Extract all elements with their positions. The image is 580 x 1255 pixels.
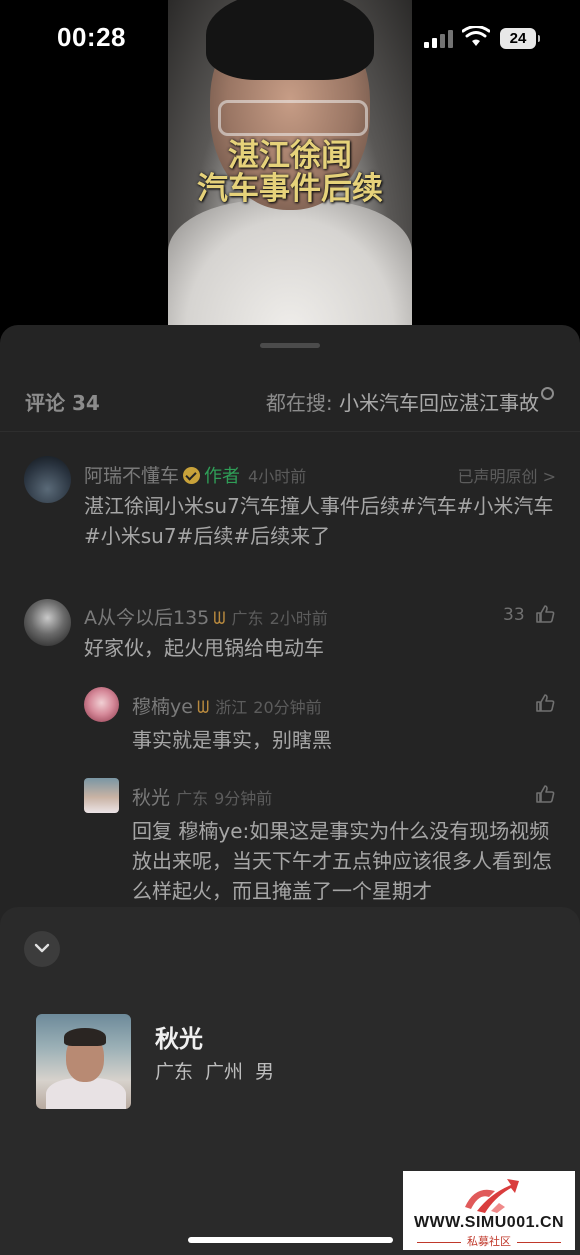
reply-header: 秋光 广东 9分钟前 — [132, 783, 272, 810]
watermark: WWW.SIMU001.CN 私募社区 — [403, 1171, 575, 1250]
watermark-logo-icon — [465, 1179, 519, 1213]
reply-text: 回复 穆楠ye:如果这是事实为什么没有现场视频放出来呢，当天下午才五点钟应该很多… — [132, 816, 556, 906]
reply-prefix: 回复 — [132, 819, 179, 843]
original-declaration[interactable]: 已声明原创 > — [458, 463, 557, 487]
comment-time: 2小时前 — [269, 609, 328, 628]
vip-badge-icon: ᗯ — [213, 609, 226, 629]
home-indicator[interactable] — [188, 1237, 393, 1243]
author-post-time: 4小时前 — [248, 467, 307, 486]
search-icon — [541, 387, 554, 400]
wifi-icon — [462, 26, 490, 46]
chevron-down-icon — [34, 943, 50, 953]
trending-search[interactable]: 都在搜: 小米汽车回应湛江事故 — [266, 387, 554, 416]
reply-time: 20分钟前 — [253, 698, 322, 717]
trending-search-keyword[interactable]: 小米汽车回应湛江事故 — [339, 391, 539, 415]
battery-indicator: 24 — [500, 28, 540, 49]
like-count: 33 — [503, 605, 525, 625]
header-divider — [0, 431, 580, 432]
watermark-url: WWW.SIMU001.CN — [413, 1214, 565, 1231]
reply-location: 广东 — [176, 789, 209, 808]
like-thumb-icon[interactable] — [535, 785, 555, 803]
reply-to-name[interactable]: 穆楠ye — [178, 819, 242, 843]
verified-badge-icon — [183, 467, 201, 484]
avatar[interactable] — [24, 456, 71, 503]
sheet-grabber[interactable] — [260, 343, 320, 348]
vip-badge-icon: ᗯ — [196, 698, 210, 718]
author-name[interactable]: 阿瑞不懂车 — [84, 465, 179, 487]
reply-location: 浙江 — [215, 698, 248, 717]
reply-header: 穆楠ye ᗯ 浙江 20分钟前 — [132, 692, 322, 719]
comment-count: 评论 34 — [25, 391, 100, 415]
avatar[interactable] — [84, 687, 119, 722]
video-title-line2: 汽车事件后续 — [197, 171, 383, 207]
author-tag: 作者 — [204, 466, 241, 487]
trending-search-prefix: 都在搜: — [265, 391, 339, 415]
profile-avatar[interactable] — [36, 1014, 131, 1109]
status-bar: 00:28 24 — [0, 0, 580, 78]
comment-location: 广东 — [231, 609, 264, 628]
cellular-signal-icon — [424, 30, 454, 48]
avatar[interactable] — [84, 778, 119, 813]
video-person-shirt — [168, 200, 412, 326]
status-time: 00:28 — [57, 22, 126, 52]
like-thumb-icon[interactable] — [535, 605, 555, 623]
like-thumb-icon[interactable] — [535, 694, 555, 712]
collapse-button[interactable] — [24, 931, 60, 967]
replier-name[interactable]: 秋光 — [132, 787, 170, 809]
reply-time: 9分钟前 — [214, 789, 273, 808]
profile-name: 秋光 — [155, 1025, 203, 1053]
commenter-name[interactable]: A从今以后135 — [84, 607, 209, 629]
comment-text: 好家伙，起火甩锅给电动车 — [84, 636, 324, 660]
author-post-header: 阿瑞不懂车 作者 4小时前 — [84, 461, 306, 488]
reply-text: 事实就是事实，别瞎黑 — [132, 728, 332, 752]
watermark-sub: 私募社区 — [403, 1233, 575, 1249]
comment-header: A从今以后135 ᗯ 广东 2小时前 — [84, 603, 328, 630]
avatar[interactable] — [24, 599, 71, 646]
profile-info: 广东 广州 男 — [155, 1061, 275, 1083]
author-post-text: 湛江徐闻小米su7汽车撞人事件后续#汽车#小米汽车#小米su7#后续#后续来了 — [84, 494, 554, 548]
replier-name[interactable]: 穆楠ye — [132, 696, 193, 718]
